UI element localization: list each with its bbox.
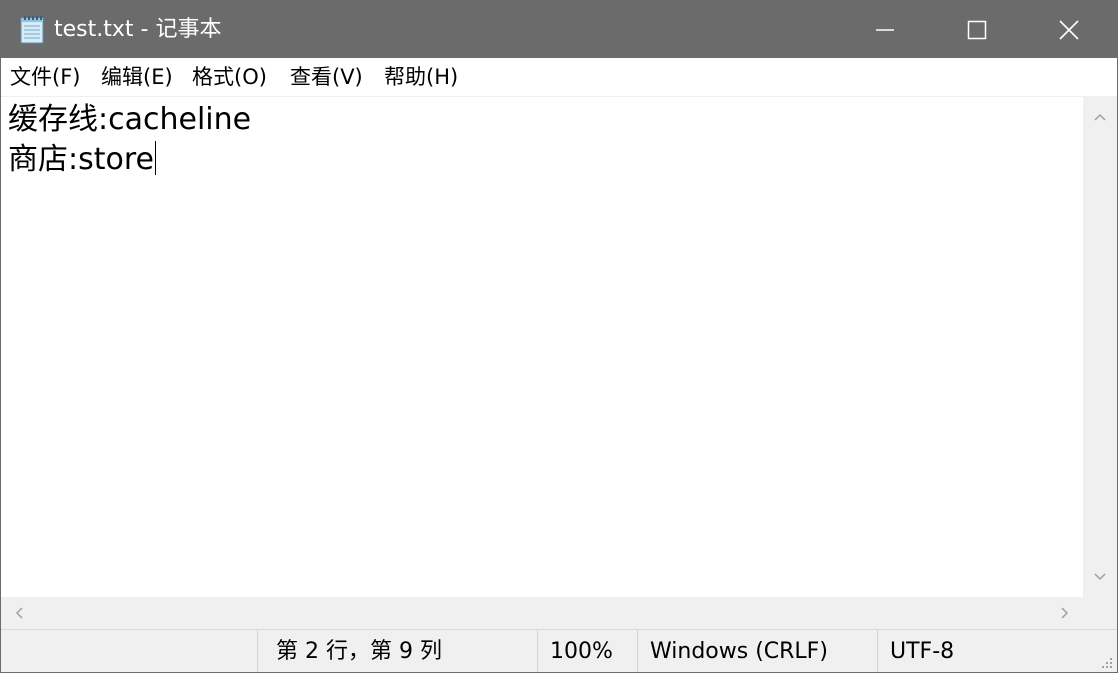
menu-help[interactable]: 帮助(H) <box>382 62 460 92</box>
status-empty-section <box>1 630 257 672</box>
text-caret <box>155 141 156 175</box>
menu-file[interactable]: 文件(F) <box>8 62 82 92</box>
minimize-icon <box>876 28 894 31</box>
editor-line-1[interactable]: 缓存线:cacheline <box>8 100 251 140</box>
maximize-icon <box>967 20 987 39</box>
scroll-right-button[interactable] <box>1047 597 1083 629</box>
status-bar: 第 2 行，第 9 列 100% Windows (CRLF) UTF-8 <box>1 629 1117 672</box>
status-encoding: UTF-8 <box>877 630 1097 672</box>
scrollbar-corner <box>1083 597 1117 629</box>
scroll-down-button[interactable] <box>1083 557 1117 597</box>
vertical-scrollbar[interactable] <box>1083 97 1117 597</box>
chevron-down-icon <box>1094 573 1106 581</box>
close-icon <box>1059 19 1079 40</box>
chevron-left-icon <box>15 607 23 619</box>
notepad-icon[interactable] <box>17 15 47 45</box>
status-zoom: 100% <box>537 630 637 672</box>
window-title: test.txt - 记事本 <box>54 17 222 42</box>
scroll-left-button[interactable] <box>1 597 37 629</box>
maximize-button[interactable] <box>931 1 1023 58</box>
menu-format[interactable]: 格式(O) <box>190 62 269 92</box>
menu-edit[interactable]: 编辑(E) <box>99 62 175 92</box>
chevron-right-icon <box>1061 607 1069 619</box>
notepad-window: test.txt - 记事本 文件(F) 编辑(E) 格式(O) 查看(V) 帮… <box>0 0 1118 673</box>
resize-grip-icon[interactable] <box>1099 655 1113 669</box>
title-bar[interactable]: test.txt - 记事本 <box>1 1 1117 58</box>
status-line-ending: Windows (CRLF) <box>637 630 877 672</box>
menu-view[interactable]: 查看(V) <box>288 62 365 92</box>
menu-bar: 文件(F) 编辑(E) 格式(O) 查看(V) 帮助(H) <box>1 58 1117 97</box>
scroll-up-button[interactable] <box>1083 97 1117 137</box>
editor-line-text: 缓存线:cacheline <box>8 102 252 137</box>
text-editor[interactable]: 缓存线:cacheline 商店:store <box>1 97 1083 597</box>
minimize-button[interactable] <box>839 1 931 58</box>
close-button[interactable] <box>1023 1 1115 58</box>
chevron-up-icon <box>1094 113 1106 121</box>
status-cursor-position: 第 2 行，第 9 列 <box>257 630 537 672</box>
horizontal-scrollbar[interactable] <box>1 597 1083 629</box>
editor-line-2[interactable]: 商店:store <box>8 140 156 180</box>
editor-line-text: 商店:store <box>8 142 154 177</box>
